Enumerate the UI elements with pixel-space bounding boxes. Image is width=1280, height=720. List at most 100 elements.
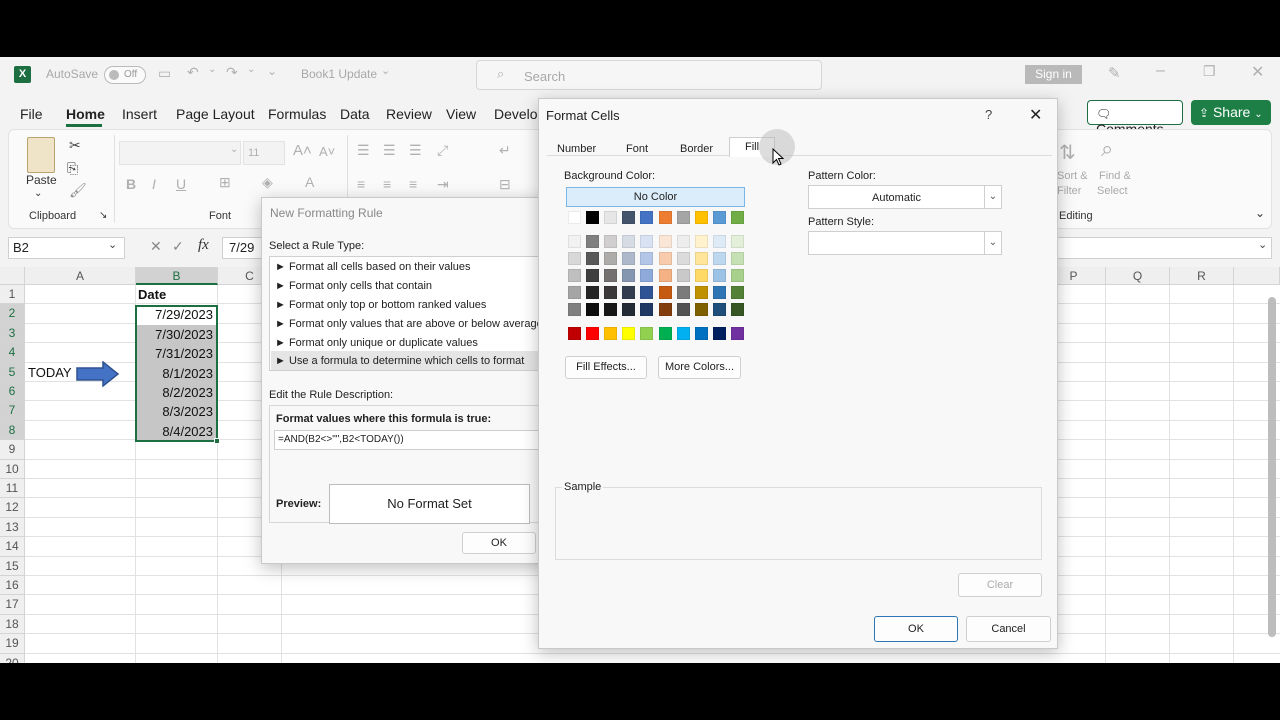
row-header-3[interactable]: 3 bbox=[0, 323, 25, 344]
standard-color-swatch[interactable] bbox=[712, 327, 726, 340]
align-middle-icon[interactable]: ☰ bbox=[383, 142, 396, 159]
tint-color-swatch[interactable] bbox=[640, 303, 654, 316]
italic-icon[interactable]: I bbox=[152, 176, 156, 192]
tint-color-swatch[interactable] bbox=[586, 269, 600, 282]
pattern-style-dropdown-icon[interactable]: ⌄ bbox=[984, 232, 1001, 254]
fill-handle[interactable] bbox=[214, 438, 220, 444]
tint-color-swatch[interactable] bbox=[568, 235, 581, 248]
standard-color-swatch[interactable] bbox=[622, 327, 636, 340]
row-header-9[interactable]: 9 bbox=[0, 440, 25, 460]
font-color-icon[interactable]: A bbox=[305, 174, 314, 190]
tab-file[interactable]: File bbox=[20, 106, 43, 122]
standard-color-swatch[interactable] bbox=[640, 327, 654, 340]
minimize-icon[interactable]: – bbox=[1156, 62, 1165, 80]
tint-color-swatch[interactable] bbox=[712, 303, 726, 316]
dialog-close-icon[interactable]: ✕ bbox=[1029, 105, 1042, 125]
font-size-select[interactable]: 11 bbox=[243, 141, 285, 165]
column-header-s[interactable] bbox=[1234, 267, 1280, 285]
comments-button[interactable]: 🗨 Comments bbox=[1087, 100, 1183, 137]
row-header-13[interactable]: 13 bbox=[0, 517, 25, 538]
pattern-color-select[interactable]: Automatic ⌄ bbox=[808, 185, 1002, 209]
standard-color-swatch[interactable] bbox=[586, 327, 600, 340]
clipboard-launcher-icon[interactable]: ↘ bbox=[99, 210, 107, 221]
row-header-20[interactable]: 20 bbox=[0, 653, 25, 663]
row-header-18[interactable]: 18 bbox=[0, 614, 25, 635]
insert-function-icon[interactable]: fx bbox=[198, 237, 209, 254]
sort-filter-label-2[interactable]: Filter bbox=[1057, 185, 1081, 197]
tab-page-layout[interactable]: Page Layout bbox=[176, 106, 255, 122]
tint-color-swatch[interactable] bbox=[604, 252, 618, 265]
standard-color-swatch[interactable] bbox=[658, 327, 672, 340]
standard-color-swatch[interactable] bbox=[604, 327, 618, 340]
restore-icon[interactable]: ❐ bbox=[1203, 63, 1216, 80]
column-header-r[interactable]: R bbox=[1170, 267, 1234, 285]
clear-button[interactable]: Clear bbox=[958, 573, 1042, 597]
tint-color-swatch[interactable] bbox=[586, 286, 600, 299]
tint-color-swatch[interactable] bbox=[604, 286, 618, 299]
standard-color-swatch[interactable] bbox=[676, 327, 690, 340]
tint-color-swatch[interactable] bbox=[676, 286, 690, 299]
close-icon[interactable]: ✕ bbox=[1251, 62, 1264, 82]
name-box-dropdown-icon[interactable]: ⌄ bbox=[108, 238, 117, 251]
tab-home[interactable]: Home bbox=[66, 106, 105, 122]
tint-color-swatch[interactable] bbox=[730, 235, 744, 248]
row-header-17[interactable]: 17 bbox=[0, 595, 25, 615]
tint-color-swatch[interactable] bbox=[694, 286, 708, 299]
more-colors-button[interactable]: More Colors... bbox=[658, 356, 741, 379]
rule-type-item[interactable]: ► Format only cells that contain bbox=[275, 280, 432, 292]
theme-color-swatch[interactable] bbox=[676, 211, 690, 224]
standard-color-swatch[interactable] bbox=[694, 327, 708, 340]
sort-filter-icon[interactable]: ⇅ bbox=[1059, 140, 1076, 165]
title-chevron-icon[interactable]: ⌄ bbox=[381, 64, 390, 77]
increase-font-icon[interactable]: A˄ bbox=[293, 142, 312, 159]
bold-icon[interactable]: B bbox=[126, 176, 136, 192]
find-select-icon[interactable]: ⌕ bbox=[1101, 136, 1113, 162]
tint-color-swatch[interactable] bbox=[730, 286, 744, 299]
theme-color-swatch[interactable] bbox=[586, 211, 600, 224]
sort-filter-label-1[interactable]: Sort & bbox=[1057, 170, 1088, 182]
row-header-2[interactable]: 2 bbox=[0, 304, 25, 324]
tint-color-swatch[interactable] bbox=[568, 286, 581, 299]
tint-color-swatch[interactable] bbox=[712, 252, 726, 265]
tint-color-swatch[interactable] bbox=[622, 286, 636, 299]
tint-color-swatch[interactable] bbox=[640, 269, 654, 282]
row-header-15[interactable]: 15 bbox=[0, 556, 25, 576]
tint-color-swatch[interactable] bbox=[586, 235, 600, 248]
row-header-7[interactable]: 7 bbox=[0, 401, 25, 421]
decrease-font-icon[interactable]: A˅ bbox=[319, 144, 335, 159]
row-header-1[interactable]: 1 bbox=[0, 285, 25, 305]
tint-color-swatch[interactable] bbox=[694, 235, 708, 248]
tint-color-swatch[interactable] bbox=[640, 286, 654, 299]
tint-color-swatch[interactable] bbox=[712, 235, 726, 248]
tint-color-swatch[interactable] bbox=[694, 269, 708, 282]
tab-border[interactable]: Border bbox=[680, 143, 713, 155]
theme-color-swatch[interactable] bbox=[694, 211, 708, 224]
tint-color-swatch[interactable] bbox=[640, 252, 654, 265]
tint-color-swatch[interactable] bbox=[658, 303, 672, 316]
tint-color-swatch[interactable] bbox=[730, 269, 744, 282]
tab-formulas[interactable]: Formulas bbox=[268, 106, 326, 122]
save-icon[interactable]: ▭ bbox=[158, 65, 171, 82]
column-header-a[interactable]: A bbox=[25, 267, 136, 285]
find-select-label-2[interactable]: Select bbox=[1097, 185, 1128, 197]
merge-icon[interactable]: ⊟ bbox=[499, 176, 511, 193]
theme-color-swatch[interactable] bbox=[712, 211, 726, 224]
tint-color-swatch[interactable] bbox=[586, 252, 600, 265]
theme-color-swatch[interactable] bbox=[568, 211, 581, 224]
row-header-14[interactable]: 14 bbox=[0, 537, 25, 557]
tint-color-swatch[interactable] bbox=[622, 252, 636, 265]
rule-ok-button[interactable]: OK bbox=[462, 532, 536, 554]
rule-formula-input[interactable]: =AND(B2<>"",B2<TODAY()) bbox=[274, 430, 553, 450]
align-top-icon[interactable]: ☰ bbox=[357, 142, 370, 159]
row-header-12[interactable]: 12 bbox=[0, 498, 25, 518]
tint-color-swatch[interactable] bbox=[658, 269, 672, 282]
indent-icon[interactable]: ⇥ bbox=[437, 176, 449, 193]
format-painter-icon[interactable]: 🖌 bbox=[69, 182, 87, 199]
rule-type-item-selected[interactable]: ► Use a formula to determine which cells… bbox=[275, 355, 524, 367]
tint-color-swatch[interactable] bbox=[604, 303, 618, 316]
row-header-5[interactable]: 5 bbox=[0, 362, 25, 382]
tint-color-swatch[interactable] bbox=[676, 235, 690, 248]
cell-a5[interactable]: TODAY bbox=[28, 365, 72, 380]
rule-type-item[interactable]: ► Format only top or bottom ranked value… bbox=[275, 299, 486, 311]
row-header-11[interactable]: 11 bbox=[0, 479, 25, 499]
